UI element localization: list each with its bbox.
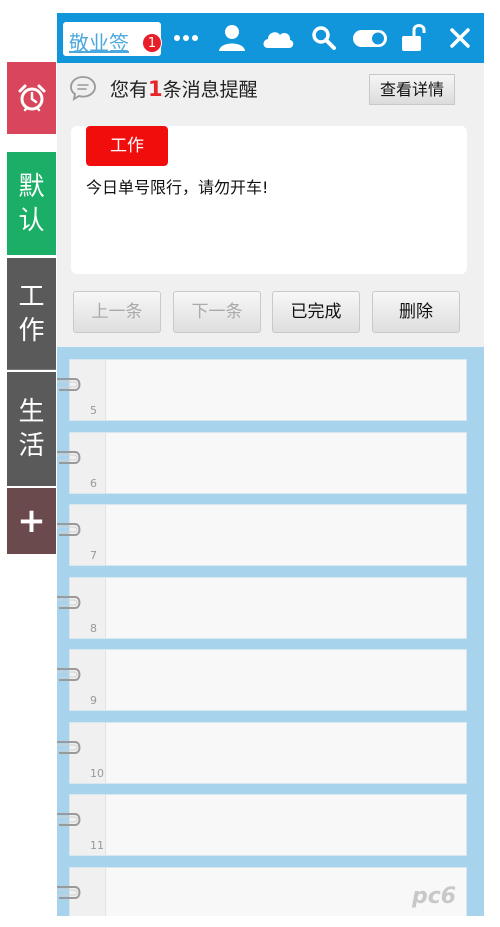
row-number: 9 (90, 694, 97, 707)
title-bar: 敬业签 1 (57, 13, 484, 63)
view-details-button[interactable]: 查看详情 (369, 74, 455, 105)
reminder-header: 您有1条消息提醒 查看详情 (57, 63, 484, 113)
binder-ring-icon (57, 523, 81, 536)
row-number: 11 (90, 839, 104, 852)
row-number: 5 (90, 404, 97, 417)
main-panel: 敬业签 1 您有1条消息提醒 查看详情 工作 今日单号限行，请勿开车! 上一条 … (57, 13, 484, 916)
row-number: 6 (90, 476, 97, 490)
close-icon[interactable] (443, 21, 477, 55)
list-item[interactable]: 7 (69, 504, 467, 566)
delete-button[interactable]: 删除 (372, 291, 460, 333)
complete-button[interactable]: 已完成 (272, 291, 360, 333)
reminder-content: 今日单号限行，请勿开车! (86, 178, 269, 197)
list-item[interactable]: 5 (69, 359, 467, 421)
notification-badge: 1 (142, 33, 162, 53)
list-item[interactable]: 10 (69, 721, 467, 784)
binder-ring-icon (57, 813, 81, 826)
alarm-tab[interactable] (7, 62, 56, 134)
list-item[interactable]: 11 (69, 794, 467, 856)
user-icon[interactable] (215, 21, 249, 55)
plus-icon: + (17, 501, 46, 541)
binder-ring-icon (57, 450, 81, 464)
sidebar-tab-label: 工作 (18, 281, 45, 346)
alarm-clock-icon (18, 84, 45, 112)
binder-ring-icon (57, 668, 81, 681)
unlock-icon[interactable] (397, 21, 431, 55)
toggle-icon[interactable] (351, 21, 389, 55)
reminder-card: 工作 今日单号限行，请勿开车! (71, 126, 467, 274)
brand-button[interactable]: 敬业签 1 (63, 22, 162, 56)
reminder-count: 1 (148, 77, 163, 101)
reminder-prefix: 您有 (110, 79, 149, 101)
binder-ring-icon (57, 885, 81, 899)
list-item[interactable]: 8 (69, 576, 467, 639)
row-number: 7 (90, 549, 97, 562)
message-icon (70, 76, 96, 101)
notes-list: 5 6 7 8 9 10 11 (57, 347, 484, 916)
sidebar-tab-label: 生活 (18, 397, 45, 461)
search-icon[interactable] (307, 21, 341, 55)
list-item[interactable]: 9 (69, 649, 467, 711)
reminder-message: 您有1条消息提醒 (110, 75, 258, 102)
row-number: 10 (90, 766, 104, 780)
sidebar-tab-default[interactable]: 默认 (7, 152, 56, 255)
binder-ring-icon (57, 740, 81, 754)
category-tag: 工作 (86, 126, 168, 166)
row-number: 8 (90, 621, 97, 635)
reminder-suffix: 条消息提醒 (162, 79, 258, 101)
add-category-button[interactable]: + (7, 488, 56, 554)
binder-ring-icon (57, 595, 81, 609)
sidebar-tab-life[interactable]: 生活 (7, 372, 56, 486)
app-window: 默认 工作 生活 + 敬业签 1 您有1条消息提醒 查看详情 工作 今日单号限行… (0, 0, 500, 927)
sidebar-tab-label: 默认 (18, 171, 45, 236)
list-item[interactable]: 6 (69, 431, 467, 494)
list-item[interactable] (69, 866, 467, 916)
cloud-icon[interactable] (261, 21, 295, 55)
sidebar-tab-work[interactable]: 工作 (7, 258, 56, 370)
watermark-logo: pc6 (412, 884, 457, 909)
next-button[interactable]: 下一条 (173, 291, 261, 333)
more-icon[interactable] (169, 21, 203, 55)
brand-name: 敬业签 (69, 31, 129, 55)
previous-button[interactable]: 上一条 (73, 291, 161, 333)
binder-ring-icon (57, 378, 81, 391)
